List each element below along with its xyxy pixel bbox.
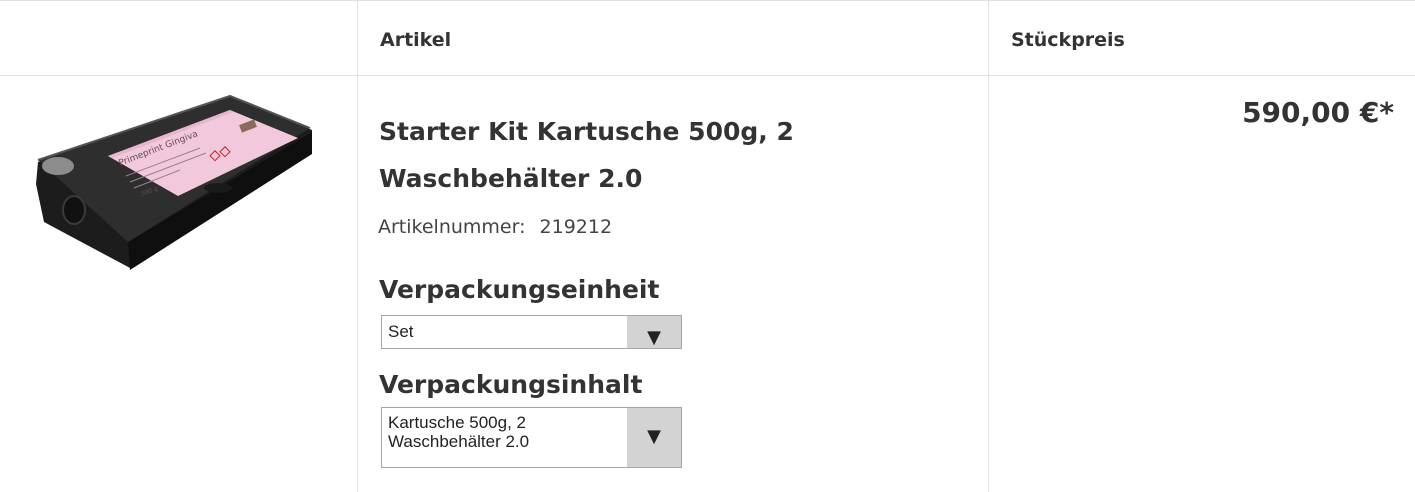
triangle-down-icon: ▼	[647, 426, 661, 447]
packaging-content-selected-line1: Kartusche 500g, 2	[388, 413, 526, 432]
packaging-content-select[interactable]: Kartusche 500g, 2 Waschbehälter 2.0 ▼	[381, 407, 682, 468]
packaging-content-selected-line2: Waschbehälter 2.0	[388, 432, 530, 451]
column-header-article: Artikel	[380, 29, 452, 51]
packaging-unit-label: Verpackungseinheit	[379, 275, 660, 304]
column-header-unit-price: Stückpreis	[1011, 29, 1125, 51]
packaging-unit-select[interactable]: Set ▼	[381, 315, 682, 349]
packaging-content-label: Verpackungsinhalt	[379, 370, 643, 399]
product-cartridge-image: Primeprint Gingiva 500 g	[36, 94, 312, 270]
table-header-divider	[0, 75, 1415, 76]
packaging-unit-dropdown-button[interactable]: ▼	[627, 316, 681, 348]
table-top-border	[0, 0, 1415, 1]
column-divider-image	[357, 0, 358, 492]
column-divider-price	[988, 0, 989, 492]
triangle-down-icon: ▼	[647, 327, 661, 348]
product-title[interactable]: Starter Kit Kartusche 500g, 2 Waschbehäl…	[379, 108, 939, 202]
article-number-row: Artikelnummer: 219212	[378, 216, 612, 238]
packaging-content-dropdown-button[interactable]: ▼	[627, 408, 681, 467]
packaging-unit-selected: Set	[388, 322, 414, 341]
cart-table: Artikel Stückpreis Primeprint Gingiva 50…	[0, 0, 1415, 492]
unit-price: 590,00 €*	[1242, 96, 1394, 129]
article-number-value: 219212	[539, 216, 613, 238]
article-number-label: Artikelnummer:	[378, 216, 526, 238]
product-image[interactable]: Primeprint Gingiva 500 g	[30, 92, 320, 282]
